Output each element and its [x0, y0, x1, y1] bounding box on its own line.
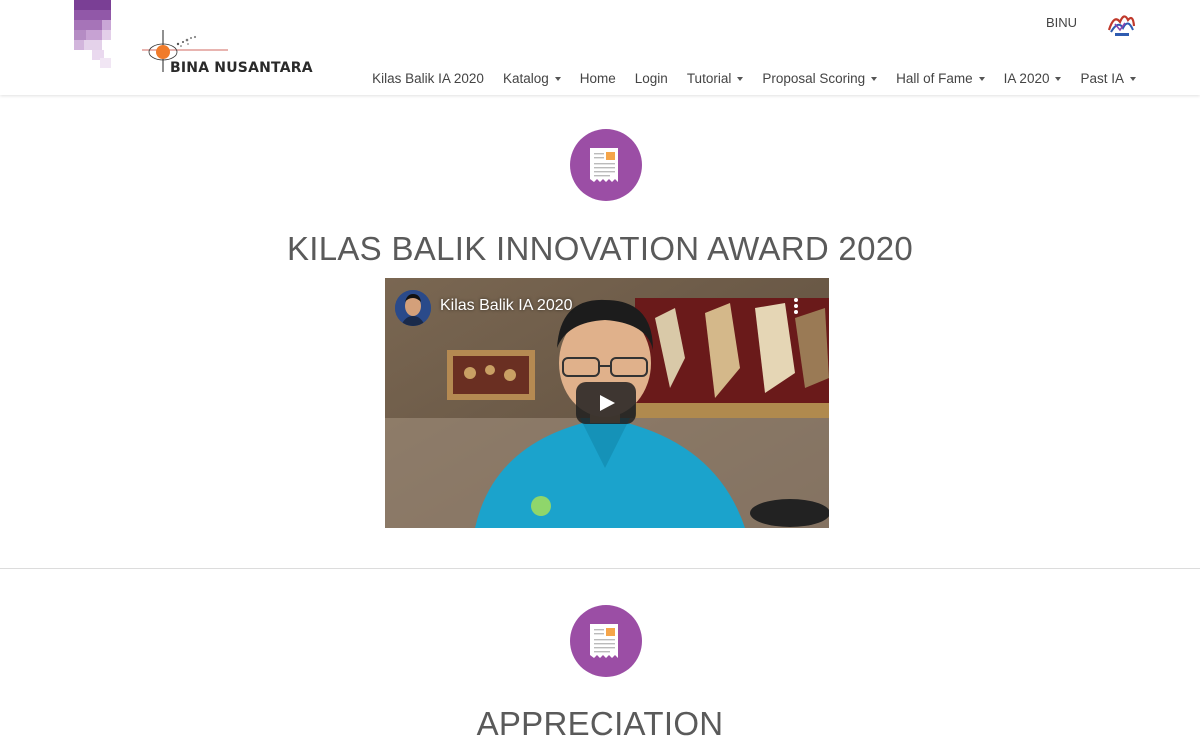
- nav-tutorial[interactable]: Tutorial: [687, 71, 744, 86]
- nav-hall-of-fame[interactable]: Hall of Fame: [896, 71, 985, 86]
- nav-past-ia[interactable]: Past IA: [1080, 71, 1136, 86]
- nav-home[interactable]: Home: [580, 71, 616, 86]
- document-icon: [570, 129, 642, 201]
- innovation-award-logo-icon[interactable]: [1106, 10, 1136, 38]
- caret-down-icon: [737, 76, 744, 81]
- caret-down-icon: [978, 76, 985, 81]
- nav-katalog[interactable]: Katalog: [503, 71, 561, 86]
- nav-kilas-balik[interactable]: Kilas Balik IA 2020: [372, 71, 484, 86]
- nav-login[interactable]: Login: [635, 71, 668, 86]
- caret-down-icon: [871, 76, 878, 81]
- pixel-decoration: [74, 0, 111, 68]
- caret-down-icon: [554, 76, 561, 81]
- document-icon: [570, 605, 642, 677]
- video-player[interactable]: Kilas Balik IA 2020: [385, 278, 829, 528]
- nav-proposal-scoring[interactable]: Proposal Scoring: [762, 71, 878, 86]
- more-vertical-icon[interactable]: [790, 298, 802, 318]
- channel-avatar[interactable]: [395, 290, 431, 326]
- nav-ia-2020[interactable]: IA 2020: [1004, 71, 1062, 86]
- site-header: BINA NUSANTARA BINU Kilas Balik IA 2020 …: [0, 0, 1200, 95]
- play-icon[interactable]: [576, 382, 636, 424]
- section-title-kilas-balik: KILAS BALIK INNOVATION AWARD 2020: [286, 230, 914, 267]
- brand-text[interactable]: BINA NUSANTARA: [170, 60, 313, 76]
- caret-down-icon: [1055, 76, 1062, 81]
- section-divider: [0, 568, 1200, 569]
- caret-down-icon: [1130, 76, 1136, 81]
- main-nav: Kilas Balik IA 2020 Katalog Home Login T…: [372, 69, 1136, 87]
- section-title-appreciation: APPRECIATION: [476, 705, 724, 742]
- binu-link[interactable]: BINU: [1046, 15, 1077, 30]
- video-title[interactable]: Kilas Balik IA 2020: [440, 297, 573, 315]
